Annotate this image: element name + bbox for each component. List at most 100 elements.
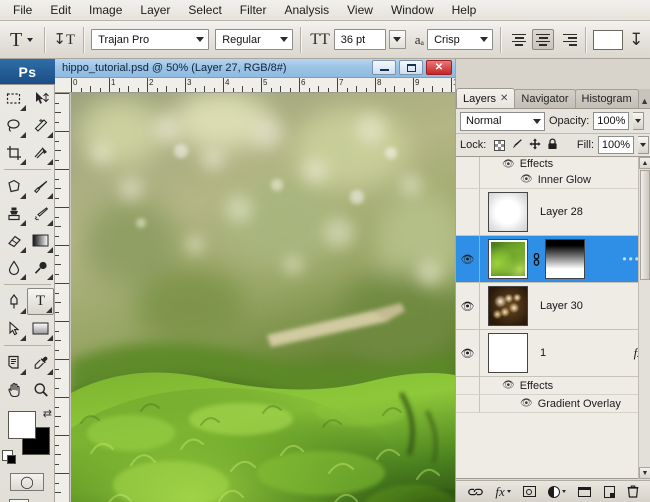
default-colors-icon[interactable] [2,450,16,464]
menu-item-layer[interactable]: Layer [131,0,179,21]
new-adjustment-layer-button[interactable] [548,485,567,498]
slice-tool[interactable] [27,139,54,166]
add-layer-mask-button[interactable] [522,486,536,497]
horizontal-ruler[interactable]: 012345678910 [55,78,455,93]
rectangular-marquee-tool[interactable] [0,85,27,112]
blur-tool[interactable] [0,254,27,281]
layer-27-thumbnail[interactable] [488,239,528,279]
layer-row-layer-1[interactable]: 👁 1 fx [456,330,650,377]
current-tool-button[interactable]: T [0,30,37,50]
blend-mode-select[interactable]: Normal [460,111,545,131]
warp-text-button[interactable]: ↧ [629,30,643,50]
scroll-down-arrow-icon[interactable]: ▼ [639,467,650,479]
delete-layer-button[interactable] [627,485,639,498]
layer-27-mask-thumbnail[interactable] [545,239,585,279]
effect-gradient-overlay-row[interactable]: 👁 Gradient Overlay [456,395,650,413]
layer-row-layer-28[interactable]: 👁 Layer 28 [456,189,650,236]
close-icon[interactable]: ✕ [500,93,508,104]
layer-row-layer-30[interactable]: 👁 Layer 30 [456,283,650,330]
font-style-select[interactable]: Regular [215,29,294,50]
notes-tool[interactable] [0,349,27,376]
layer-27-visibility-toggle[interactable]: 👁 [456,236,480,282]
layer-1-name[interactable]: 1 [528,347,634,359]
lock-image-pixels-icon[interactable] [511,138,523,152]
foreground-color-swatch[interactable] [8,411,36,439]
path-selection-tool[interactable] [0,315,27,342]
align-center-button[interactable] [532,29,555,50]
lock-position-icon[interactable] [529,138,541,152]
font-size-dropdown-button[interactable] [388,30,406,49]
layer-28-visibility-toggle[interactable]: 👁 [456,189,480,235]
menu-item-file[interactable]: File [4,0,41,21]
maximize-button[interactable] [399,60,423,75]
fill-slider-button[interactable] [638,136,649,154]
zoom-tool[interactable] [27,376,54,403]
clone-stamp-tool[interactable] [0,200,27,227]
layer-30-thumbnail[interactable] [488,286,528,326]
eye-icon[interactable]: 👁 [520,398,533,409]
swap-colors-icon[interactable]: ⇄ [43,407,52,420]
opacity-input[interactable]: 100% [593,112,630,130]
history-brush-tool[interactable] [27,200,54,227]
scroll-up-arrow-icon[interactable]: ▲ [639,157,650,169]
menu-item-view[interactable]: View [338,0,382,21]
move-tool[interactable] [27,85,54,112]
brush-tool[interactable] [27,173,54,200]
tab-navigator[interactable]: Navigator [514,89,576,108]
new-group-button[interactable] [578,486,592,497]
menu-item-edit[interactable]: Edit [41,0,80,21]
effect-inner-glow-row[interactable]: 👁 Inner Glow [456,171,650,189]
effects-visibility-toggle[interactable] [456,157,480,171]
effects-row-2[interactable]: 👁 Effects [456,377,650,395]
layer-row-layer-27[interactable]: 👁 ••• [456,236,650,283]
layer-1-thumbnail[interactable] [488,333,528,373]
toggle-text-orientation-button[interactable]: ↧T [52,28,76,52]
menu-item-analysis[interactable]: Analysis [275,0,338,21]
lock-all-icon[interactable] [547,138,558,152]
lock-transparent-pixels-icon[interactable] [494,139,506,151]
eye-icon[interactable]: 👁 [520,174,533,185]
eye-icon[interactable]: 👁 [502,159,515,170]
crop-tool[interactable] [0,139,27,166]
chevron-down-icon[interactable] [27,37,34,42]
gradient-tool[interactable] [27,227,54,254]
layer-28-thumbnail[interactable] [488,192,528,232]
layer-30-name[interactable]: Layer 30 [528,300,650,312]
rectangle-tool[interactable] [27,315,54,342]
gradient-overlay-visibility-toggle[interactable] [456,395,480,412]
tab-layers[interactable]: Layers ✕ [456,88,516,108]
lasso-tool[interactable] [0,112,27,139]
layers-list[interactable]: 👁 Effects 👁 Inner Glow 👁 Layer 28 [456,157,650,479]
new-layer-button[interactable] [603,485,615,498]
text-color-swatch[interactable] [593,29,624,50]
dodge-tool[interactable] [27,254,54,281]
font-size-select[interactable]: 36 pt [333,29,386,50]
quick-mask-mode-button[interactable]: ◯ [10,473,44,491]
eye-icon[interactable]: 👁 [502,380,515,391]
eraser-tool[interactable] [0,227,27,254]
minimize-button[interactable] [372,60,396,75]
menu-item-select[interactable]: Select [179,0,230,21]
hand-tool[interactable] [0,376,27,403]
pen-tool[interactable] [0,288,27,315]
menu-item-help[interactable]: Help [443,0,486,21]
menu-item-filter[interactable]: Filter [231,0,276,21]
scrollbar-thumb[interactable] [640,170,650,280]
layers-scrollbar[interactable]: ▲ ▼ [638,157,650,479]
panel-menu-icon[interactable]: ▲ [640,96,649,106]
eyedropper-tool[interactable] [27,349,54,376]
layer-28-name[interactable]: Layer 28 [528,206,650,218]
inner-glow-visibility-toggle[interactable] [456,171,480,188]
vertical-ruler[interactable] [55,93,70,502]
opacity-slider-button[interactable] [633,112,645,130]
canvas[interactable]: 思缘设计论坛 WWW.MISSYUAN.COM ALFOART.COM [71,93,455,502]
align-right-button[interactable] [556,29,578,50]
link-mask-icon[interactable] [531,252,542,266]
horizontal-type-tool[interactable]: T [27,288,54,315]
menu-item-window[interactable]: Window [382,0,443,21]
align-left-button[interactable] [508,29,530,50]
magic-wand-tool[interactable] [27,112,54,139]
close-button[interactable]: ✕ [426,60,452,75]
effects-row[interactable]: 👁 Effects [456,157,650,171]
anti-alias-select[interactable]: Crisp [427,29,494,50]
